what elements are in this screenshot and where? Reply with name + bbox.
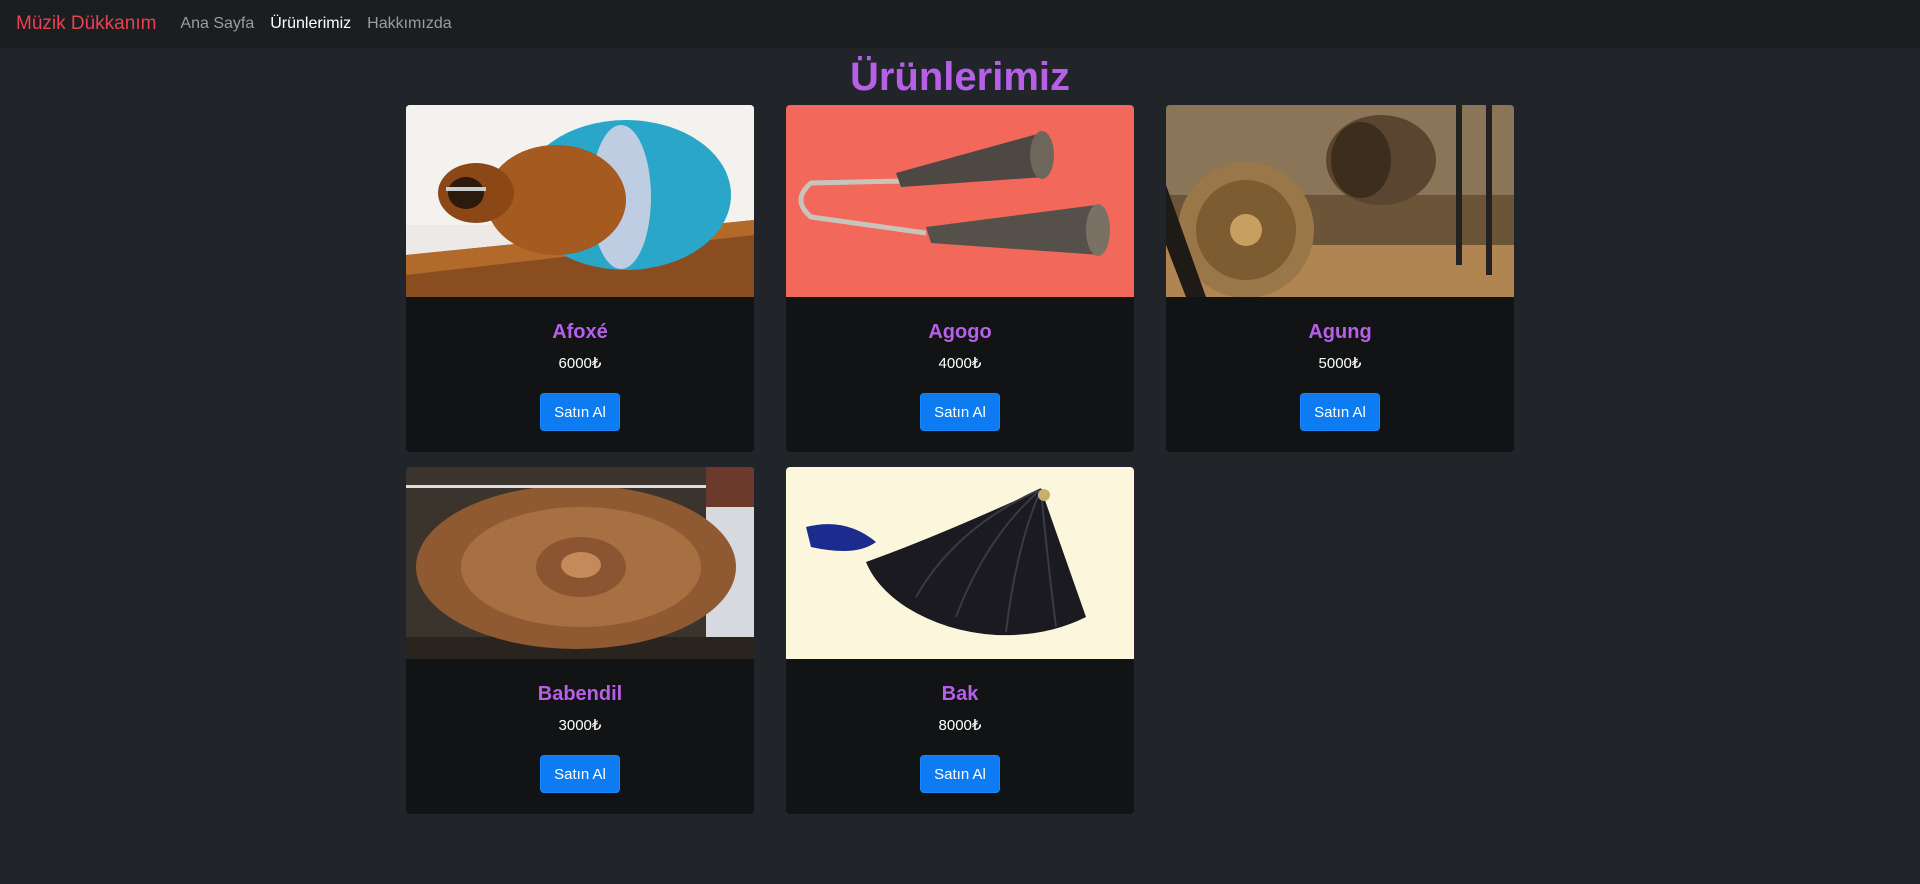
product-price: 6000₺ — [558, 355, 602, 372]
afoxe-image — [406, 105, 754, 297]
product-price: 3000₺ — [558, 717, 602, 734]
product-name: Babendil — [537, 683, 623, 705]
product-grid: Afoxé 6000₺ Satın Al Agogo 4000₺ Satın A… — [406, 105, 1514, 814]
product-card: Agung 5000₺ Satın Al — [1166, 105, 1514, 452]
product-name: Agogo — [928, 321, 992, 343]
nav-link-hakkimizda[interactable]: Hakkımızda — [367, 15, 451, 33]
product-name: Agung — [1308, 321, 1372, 343]
top-navbar: Müzik Dükkanım Ana Sayfa Ürünlerimiz Hak… — [0, 0, 1920, 48]
product-price: 5000₺ — [1318, 355, 1362, 372]
bak-image — [786, 467, 1134, 659]
product-card: Babendil 3000₺ Satın Al — [406, 467, 754, 814]
product-name: Afoxé — [552, 321, 608, 343]
product-card: Afoxé 6000₺ Satın Al — [406, 105, 754, 452]
nav-link-urunlerimiz[interactable]: Ürünlerimiz — [270, 15, 351, 33]
buy-button[interactable]: Satın Al — [1300, 393, 1380, 431]
brand-link[interactable]: Müzik Dükkanım — [16, 13, 156, 35]
buy-button[interactable]: Satın Al — [540, 393, 620, 431]
product-price: 8000₺ — [938, 717, 982, 734]
agogo-image — [786, 105, 1134, 297]
agung-image — [1166, 105, 1514, 297]
product-card: Bak 8000₺ Satın Al — [786, 467, 1134, 814]
buy-button[interactable]: Satın Al — [920, 755, 1000, 793]
page-title: Ürünlerimiz — [849, 55, 1071, 99]
buy-button[interactable]: Satın Al — [540, 755, 620, 793]
product-name: Bak — [941, 683, 979, 705]
product-price: 4000₺ — [938, 355, 982, 372]
babendil-image — [406, 467, 754, 659]
buy-button[interactable]: Satın Al — [920, 393, 1000, 431]
product-card: Agogo 4000₺ Satın Al — [786, 105, 1134, 452]
nav-link-ana-sayfa[interactable]: Ana Sayfa — [180, 15, 254, 33]
